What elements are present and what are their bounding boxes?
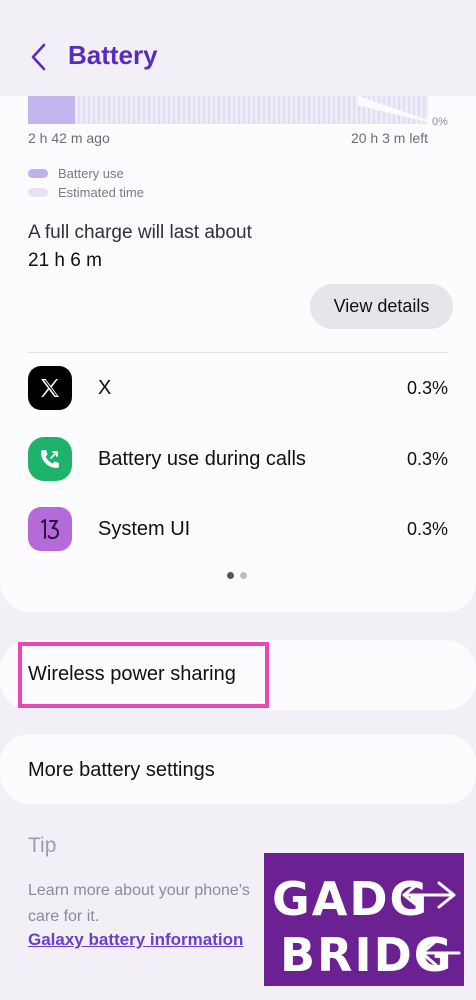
gadget-bridge-watermark-logo: GADG BRIDG xyxy=(264,853,464,986)
divider xyxy=(28,352,448,353)
x-app-icon xyxy=(28,366,72,410)
app-name: Battery use during calls xyxy=(98,447,306,470)
page-dot[interactable] xyxy=(240,572,247,579)
full-charge-value: 21 h 6 m xyxy=(28,250,102,271)
battery-usage-card: 0% 2 h 42 m ago 20 h 3 m left Battery us… xyxy=(0,96,476,612)
tip-line: care for it. xyxy=(28,908,100,925)
top-app-bar: Battery xyxy=(0,0,476,96)
usage-chart xyxy=(28,96,428,124)
more-battery-settings-label: More battery settings xyxy=(28,759,215,781)
watermark-line-1: GADG xyxy=(272,872,429,926)
app-row-calls[interactable]: Battery use during calls 0.3% xyxy=(28,435,448,483)
back-arrow-icon[interactable] xyxy=(28,42,50,72)
galaxy-battery-info-link[interactable]: Galaxy battery information xyxy=(28,930,243,950)
legend-use-label: Battery use xyxy=(58,166,124,181)
legend-estimated-label: Estimated time xyxy=(58,185,144,200)
page-title: Battery xyxy=(68,40,158,70)
view-details-button[interactable]: View details xyxy=(310,284,453,329)
page-dot-active[interactable] xyxy=(227,572,234,579)
wireless-power-sharing-label: Wireless power sharing xyxy=(28,663,236,685)
full-charge-label: A full charge will last about xyxy=(28,222,252,243)
battery-use-swatch xyxy=(28,169,48,178)
time-left-label: 20 h 3 m left xyxy=(350,130,428,146)
system-ui-icon xyxy=(28,507,72,551)
time-ago-label: 2 h 42 m ago xyxy=(28,130,110,146)
app-percent: 0.3% xyxy=(406,448,448,469)
app-row-system-ui[interactable]: System UI 0.3% xyxy=(28,505,448,553)
app-name: X xyxy=(98,376,112,399)
watermark-line-2: BRIDG xyxy=(280,928,454,982)
tip-heading: Tip xyxy=(28,834,57,857)
chart-zero-label: 0% xyxy=(432,116,448,128)
app-name: System UI xyxy=(98,517,191,540)
phone-call-icon xyxy=(28,437,72,481)
app-row-x[interactable]: X 0.3% xyxy=(28,364,448,412)
app-percent: 0.3% xyxy=(406,518,448,539)
tip-line: Learn more about your phone's xyxy=(28,882,250,899)
battery-use-area xyxy=(28,96,75,124)
legend-battery-use: Battery use xyxy=(28,164,144,183)
page-indicator xyxy=(227,572,247,579)
tip-text: Learn more about your phone's care for i… xyxy=(28,878,268,930)
legend-estimated-time: Estimated time xyxy=(28,183,144,202)
chart-legend: Battery use Estimated time xyxy=(28,164,144,202)
estimated-time-swatch xyxy=(28,188,48,197)
app-percent: 0.3% xyxy=(406,377,448,398)
